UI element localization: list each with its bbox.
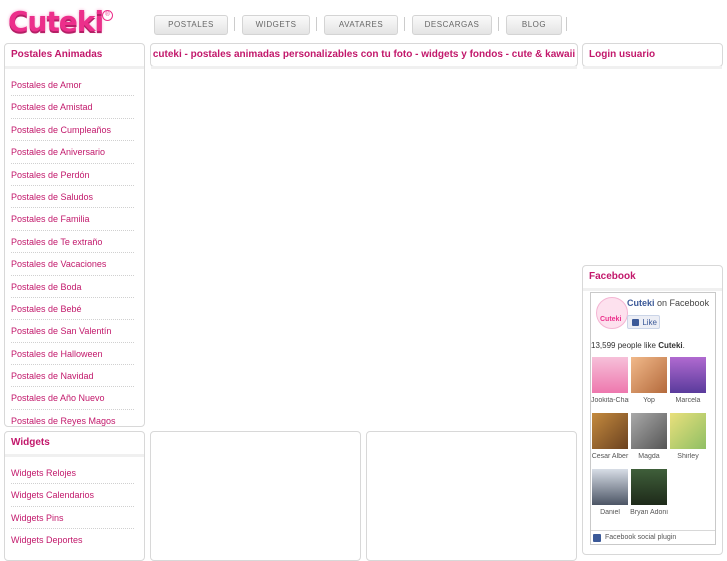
fb-person-name[interactable]: Magda [630,453,668,460]
nav-separator [234,17,235,31]
fb-social-plugin-footer[interactable]: Facebook social plugin [591,530,715,544]
fb-count-text: 13,599 people like [591,341,656,350]
nav-blog[interactable]: BLOG [506,15,562,35]
widgets-title: Widgets [5,432,144,457]
nav-avatares[interactable]: AVATARES [324,15,398,35]
fb-person[interactable]: Yop [630,357,668,404]
fb-person-name[interactable]: Marcela [669,397,707,404]
fb-count-dot: . [682,341,685,350]
registered-mark: ® [102,10,113,21]
menu-item-amor[interactable]: Postales de Amor [11,74,134,97]
fb-count-name[interactable]: Cuteki [658,341,682,350]
menu-item-aniversario[interactable]: Postales de Aniversario [11,141,134,164]
fb-page-link[interactable]: Cuteki [627,298,655,308]
thumbs-up-icon [632,319,639,326]
facebook-icon [593,534,601,542]
nav-descargas[interactable]: DESCARGAS [412,15,492,35]
facebook-title: Facebook [583,266,722,291]
fb-person[interactable]: Shirley [669,413,707,460]
menu-item-boda[interactable]: Postales de Boda [11,276,134,298]
content-box-right [366,431,577,561]
fb-person-avatar[interactable] [592,413,628,449]
fb-person-name[interactable]: Shirley [669,453,707,460]
fb-person[interactable]: Jookita-Char [591,357,629,404]
fb-like-button[interactable]: Like [627,315,660,329]
widgets-menu: Widgets Relojes Widgets Calendarios Widg… [5,457,144,551]
fb-person-avatar[interactable] [631,357,667,393]
fb-footer-text: Facebook social plugin [605,534,677,541]
fb-person[interactable]: Magda [630,413,668,460]
fb-person-avatar[interactable] [592,469,628,505]
menu-item-ano-nuevo[interactable]: Postales de Año Nuevo [11,387,134,410]
menu-item-reyes-magos[interactable]: Postales de Reyes Magos [11,410,134,431]
fb-person-avatar[interactable] [670,413,706,449]
fb-person[interactable]: Cesar Alber [591,413,629,460]
menu-item-halloween[interactable]: Postales de Halloween [11,343,134,366]
menu-item-perdon[interactable]: Postales de Perdón [11,164,134,186]
menu-item-saludos[interactable]: Postales de Saludos [11,186,134,209]
nav-separator [498,17,499,31]
menu-item-navidad[interactable]: Postales de Navidad [11,365,134,388]
menu-item-cumpleanos[interactable]: Postales de Cumpleaños [11,119,134,142]
fb-person[interactable]: Bryan Adoni [630,469,668,516]
fb-page-name: Cuteki on Facebook [627,298,709,308]
nav-separator [566,17,567,31]
fb-person-name[interactable]: Yop [630,397,668,404]
cuteki-logo[interactable]: Cuteki ® [8,5,113,40]
nav-postales[interactable]: POSTALES [154,15,228,35]
nav-widgets[interactable]: WIDGETS [242,15,310,35]
menu-item-bebe[interactable]: Postales de Bebé [11,298,134,321]
fb-person-avatar[interactable] [631,413,667,449]
fb-person-avatar[interactable] [670,357,706,393]
postales-sidebar: Postales Animadas Postales de Amor Posta… [4,43,145,427]
main-title: cuteki - postales animadas personalizabl… [151,44,577,69]
fb-person-avatar[interactable] [631,469,667,505]
nav-separator [404,17,405,31]
fb-like-count: 13,599 people like Cuteki. [591,341,685,350]
fb-person[interactable]: Daniel [591,469,629,516]
fb-person-name[interactable]: Jookita-Char [591,397,629,404]
nav-separator [316,17,317,31]
menu-item-deportes[interactable]: Widgets Deportes [11,529,134,550]
menu-item-familia[interactable]: Postales de Familia [11,208,134,231]
logo-text: Cuteki [8,5,104,38]
menu-item-pins[interactable]: Widgets Pins [11,507,134,530]
fb-person-name[interactable]: Daniel [591,509,629,516]
login-title[interactable]: Login usuario [583,44,722,69]
facebook-like-box: Cuteki Cuteki on Facebook Like 13,599 pe… [590,292,716,545]
widgets-sidebar: Widgets Widgets Relojes Widgets Calendar… [4,431,145,561]
fb-on-facebook[interactable]: on Facebook [657,298,709,308]
fb-person-name[interactable]: Cesar Alber [591,453,629,460]
cuteki-fb-avatar[interactable]: Cuteki [596,297,628,329]
fb-person[interactable]: Marcela [669,357,707,404]
login-box: Login usuario [582,43,723,69]
fb-person-name[interactable]: Bryan Adoni [630,509,668,516]
menu-item-amistad[interactable]: Postales de Amistad [11,96,134,119]
postales-menu: Postales de Amor Postales de Amistad Pos… [5,69,144,431]
menu-item-te-extrano[interactable]: Postales de Te extraño [11,231,134,254]
fb-avatar-text: Cuteki [600,316,622,323]
main-header-box: cuteki - postales animadas personalizabl… [150,43,578,69]
content-box-left [150,431,361,561]
fb-like-label: Like [642,318,657,327]
menu-item-relojes[interactable]: Widgets Relojes [11,462,134,485]
postales-title: Postales Animadas [5,44,144,69]
fb-person-avatar[interactable] [592,357,628,393]
menu-item-san-valentin[interactable]: Postales de San Valentín [11,320,134,343]
menu-item-calendarios[interactable]: Widgets Calendarios [11,484,134,507]
menu-item-vacaciones[interactable]: Postales de Vacaciones [11,253,134,276]
